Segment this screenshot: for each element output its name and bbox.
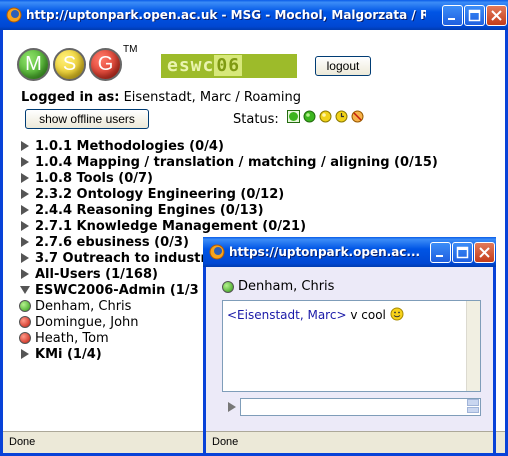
smiley-icon xyxy=(390,307,404,321)
eswc-logo-text: eswc xyxy=(167,55,215,76)
group-label: 1.0.1 Methodologies (0/4) xyxy=(35,138,224,154)
group-label: KMi (1/4) xyxy=(35,346,102,362)
group-label: ESWC2006-Admin (1/3 xyxy=(35,282,199,298)
group-row[interactable]: 1.0.4 Mapping / translation / matching /… xyxy=(19,154,438,170)
minimize-icon xyxy=(436,255,443,257)
contact-name: Heath, Tom xyxy=(35,330,109,346)
do-not-disturb-icon[interactable] xyxy=(351,110,364,123)
chat-maximize-button[interactable] xyxy=(452,242,473,263)
chat-input-row xyxy=(222,398,481,416)
contact-name: Denham, Chris xyxy=(35,298,132,314)
logged-in-label: Logged in as: xyxy=(21,90,120,105)
status-text: Done xyxy=(9,436,36,448)
close-icon xyxy=(491,10,502,21)
chat-window-title: https://uptonpark.open.ac.... xyxy=(229,245,419,259)
chat-message-text: v cool xyxy=(350,308,386,322)
group-row[interactable]: 2.3.2 Ontology Engineering (0/12) xyxy=(19,186,438,202)
collapsed-triangle-icon[interactable] xyxy=(19,220,31,232)
chat-message-input[interactable] xyxy=(240,398,481,416)
chat-statusbar: Done xyxy=(206,431,493,453)
chat-close-button[interactable] xyxy=(474,242,495,263)
main-titlebar[interactable]: http://uptonpark.open.ac.uk - MSG - Moch… xyxy=(0,0,508,30)
online-status-icon xyxy=(222,280,234,293)
group-label: 1.0.4 Mapping / translation / matching /… xyxy=(35,154,438,170)
collapsed-triangle-icon[interactable] xyxy=(19,188,31,200)
online-status-icon xyxy=(19,300,31,312)
logout-button[interactable]: logout xyxy=(315,56,371,76)
chat-log-scrollbar[interactable] xyxy=(466,301,480,391)
chat-window: https://uptonpark.open.ac.... Denham, Ch… xyxy=(203,237,496,456)
spin-down-icon[interactable] xyxy=(467,406,479,413)
chat-contact: Denham, Chris xyxy=(222,279,334,294)
offline-status-icon xyxy=(19,316,31,328)
chat-titlebar[interactable]: https://uptonpark.open.ac.... xyxy=(203,237,496,267)
group-label: 1.0.8 Tools (0/7) xyxy=(35,170,153,186)
logged-in-line: Logged in as: Eisenstadt, Marc / Roaming xyxy=(21,90,301,105)
chat-minimize-button[interactable] xyxy=(430,242,451,263)
group-label: 3.7 Outreach to industr xyxy=(35,250,207,266)
logged-in-user: Eisenstadt, Marc / Roaming xyxy=(123,90,302,105)
msg-logo-g: G xyxy=(89,48,122,81)
spin-up-icon[interactable] xyxy=(467,399,479,406)
close-icon xyxy=(479,247,490,258)
trademark-mark: TM xyxy=(123,44,138,55)
eswc-logo: eswc 06 xyxy=(161,54,297,78)
minimize-button[interactable] xyxy=(442,5,463,26)
group-row[interactable]: 1.0.1 Methodologies (0/4) xyxy=(19,138,438,154)
group-label: All-Users (1/168) xyxy=(35,266,158,282)
group-label: 2.4.4 Reasoning Engines (0/13) xyxy=(35,202,264,218)
contact-name: Domingue, John xyxy=(35,314,139,330)
group-row[interactable]: 2.4.4 Reasoning Engines (0/13) xyxy=(19,202,438,218)
collapsed-triangle-icon[interactable] xyxy=(19,252,31,264)
expanded-triangle-icon[interactable] xyxy=(19,284,31,296)
chat-input-spinner[interactable] xyxy=(467,399,479,413)
main-window-title: http://uptonpark.open.ac.uk - MSG - Moch… xyxy=(26,8,426,22)
chat-message-sender: <Eisenstadt, Marc> xyxy=(227,308,347,322)
maximize-icon xyxy=(456,246,469,259)
offline-status-icon xyxy=(19,332,31,344)
minimize-icon xyxy=(448,18,455,20)
firefox-icon xyxy=(6,7,22,23)
group-label: 2.7.6 ebusiness (0/3) xyxy=(35,234,189,250)
status-selector xyxy=(287,110,364,123)
eswc-logo-year: 06 xyxy=(214,55,243,76)
close-button[interactable] xyxy=(486,5,507,26)
msg-logo-m: M xyxy=(17,48,50,81)
collapsed-triangle-icon[interactable] xyxy=(19,204,31,216)
msg-logo-s: S xyxy=(53,48,86,81)
maximize-icon xyxy=(468,9,481,22)
firefox-icon xyxy=(209,244,225,260)
maximize-button[interactable] xyxy=(464,5,485,26)
group-row[interactable]: 1.0.8 Tools (0/7) xyxy=(19,170,438,186)
group-label: 2.3.2 Ontology Engineering (0/12) xyxy=(35,186,285,202)
show-offline-users-button[interactable]: show offline users xyxy=(25,109,149,129)
online-icon[interactable] xyxy=(303,110,316,123)
collapsed-triangle-icon[interactable] xyxy=(19,156,31,168)
collapsed-triangle-icon[interactable] xyxy=(19,140,31,152)
msg-logo: M S G xyxy=(17,48,125,81)
send-triangle-icon[interactable] xyxy=(226,401,238,413)
group-label: 2.7.1 Knowledge Management (0/21) xyxy=(35,218,307,234)
away-icon[interactable] xyxy=(319,110,332,123)
collapsed-triangle-icon[interactable] xyxy=(19,172,31,184)
chat-contact-name: Denham, Chris xyxy=(238,279,335,294)
chat-status-text: Done xyxy=(212,436,239,448)
collapsed-triangle-icon[interactable] xyxy=(19,236,31,248)
chat-message: <Eisenstadt, Marc> v cool xyxy=(227,307,476,322)
collapsed-triangle-icon[interactable] xyxy=(19,268,31,280)
group-row[interactable]: 2.7.1 Knowledge Management (0/21) xyxy=(19,218,438,234)
chat-log[interactable]: <Eisenstadt, Marc> v cool xyxy=(222,300,481,392)
busy-icon[interactable] xyxy=(335,110,348,123)
collapsed-triangle-icon[interactable] xyxy=(19,348,31,360)
status-label: Status: xyxy=(233,112,279,127)
available-icon[interactable] xyxy=(287,110,300,123)
chat-body: Denham, Chris <Eisenstadt, Marc> v cool xyxy=(206,267,493,431)
